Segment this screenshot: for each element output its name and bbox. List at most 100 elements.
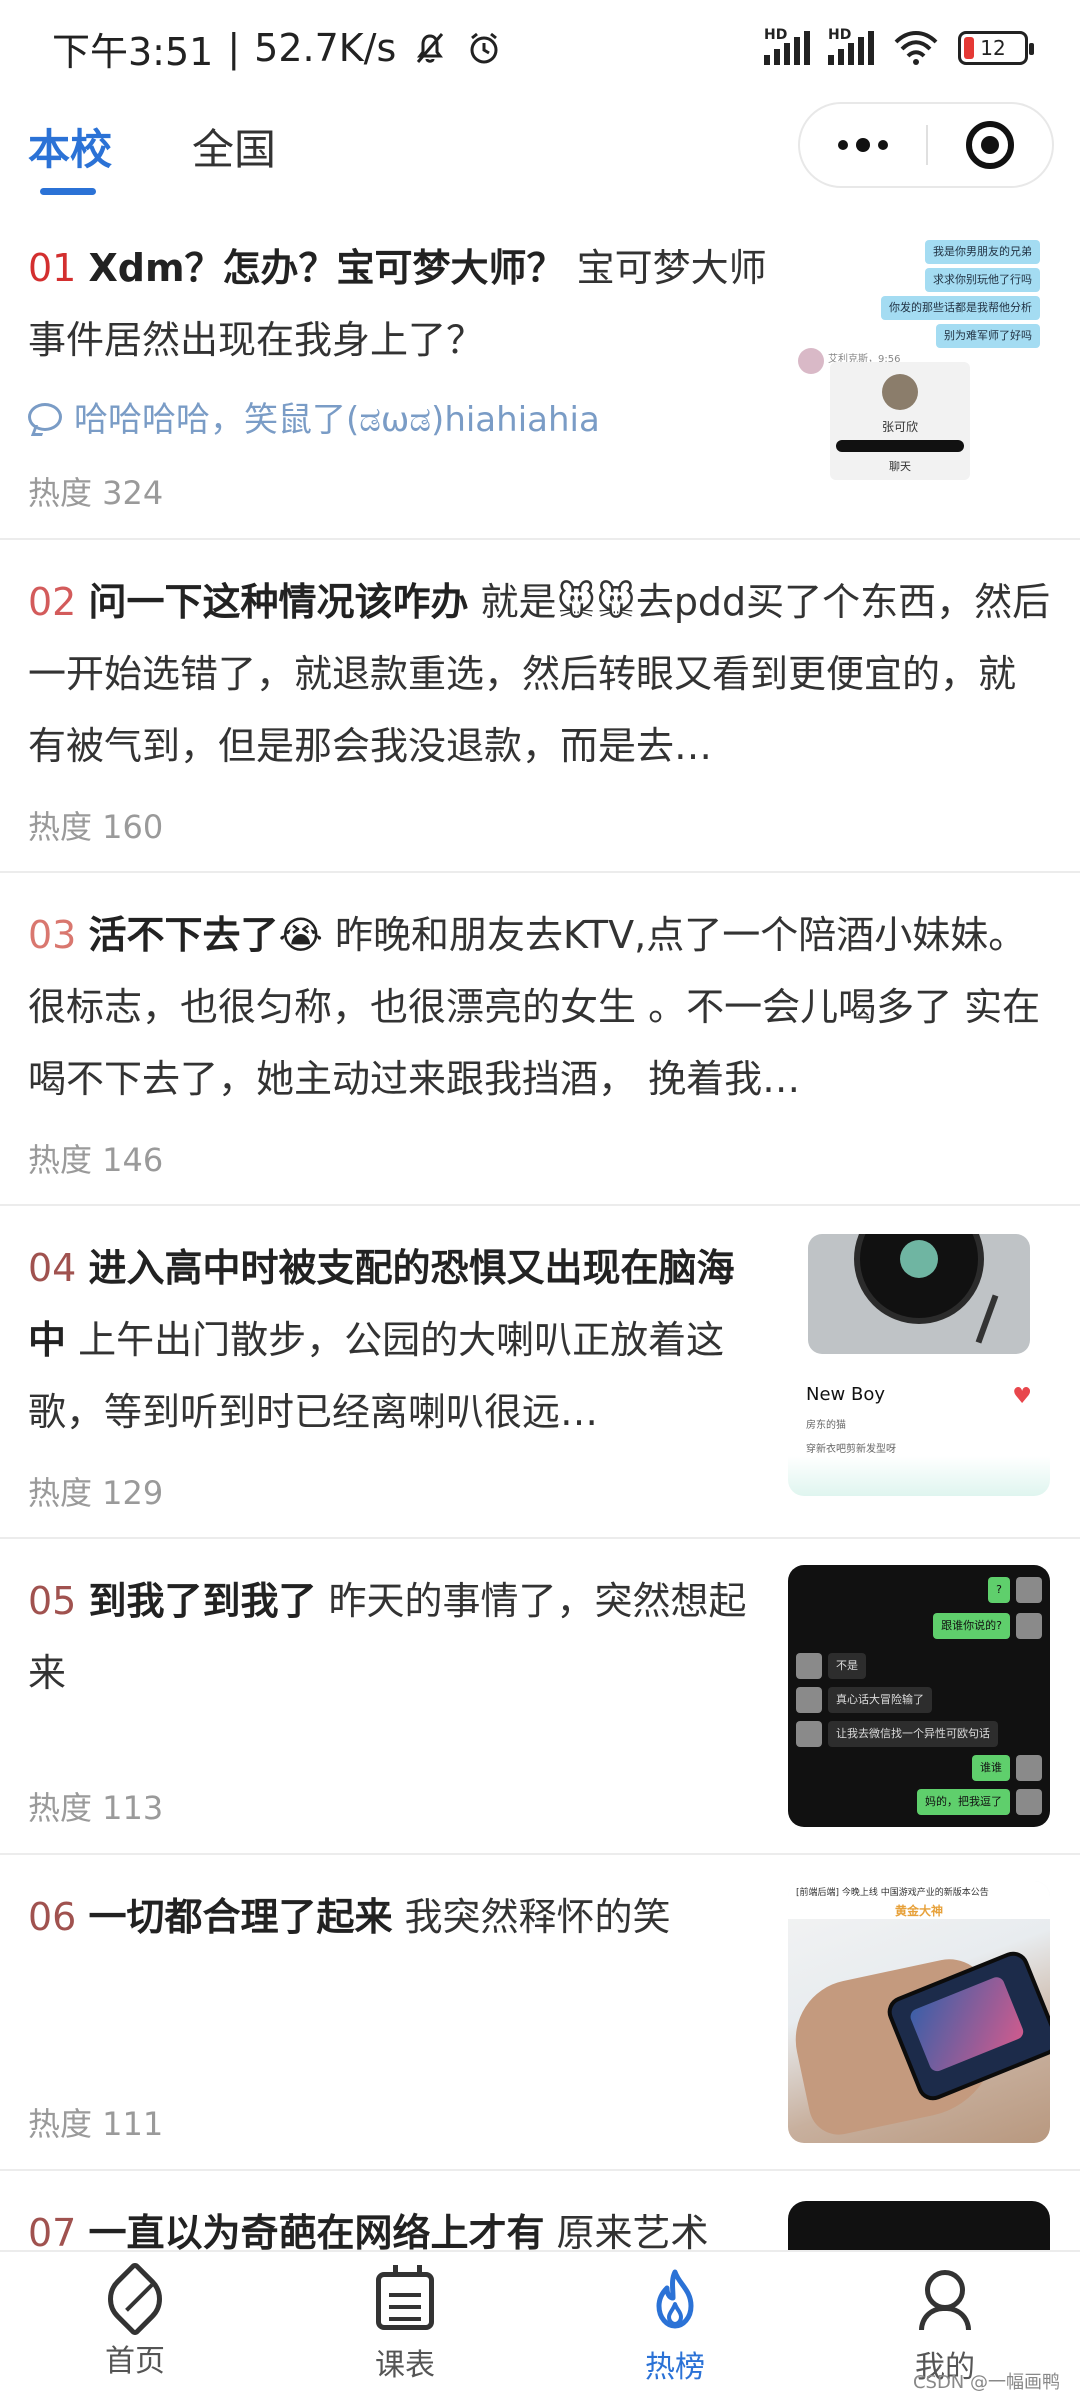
chat-bubble: 别为难军师了好吗	[936, 324, 1040, 348]
list-item[interactable]: 05 到我了到我了 昨天的事情了，突然想起来 热度 113 ? 跟谁你说的? 不…	[0, 1539, 1080, 1855]
post-title: 活不下去了😭	[88, 913, 323, 957]
tab-schedule[interactable]: 课表	[270, 2252, 540, 2400]
signal-icon-2: HD	[828, 27, 874, 65]
heart-icon: ♥	[1012, 1384, 1032, 1409]
song-lyric: 穿新衣吧剪新发型呀	[806, 1444, 896, 1455]
fire-icon	[656, 2269, 694, 2329]
post-thumbnail[interactable]: ? 跟谁你说的? 不是 真心话大冒险输了 让我去微信找一个异性可欧句话 谁谁 妈…	[788, 1565, 1050, 1827]
chat-bubble: 真心话大冒险输了	[828, 1687, 932, 1713]
more-dot-icon	[878, 140, 888, 150]
rank-number: 05	[28, 1579, 77, 1623]
post-thumbnail[interactable]: [前端后端] 今晚上线 中国游戏产业的新版本公告 黄金大神	[788, 1881, 1050, 2143]
contact-chat-label: 聊天	[889, 460, 911, 473]
post-text: 07 一直以为奇葩在网络上才有 原来艺术	[28, 2197, 768, 2250]
post-text: 04 进入高中时被支配的恐惧又出现在脑海中 上午出门散步，公园的大喇叭正放着这歌…	[28, 1232, 768, 1448]
avatar	[796, 1687, 822, 1713]
avatar	[1016, 1577, 1042, 1603]
heat-count: 热度 324	[28, 474, 164, 512]
rank-number: 07	[28, 2211, 77, 2250]
post-thumbnail[interactable]	[788, 2201, 1050, 2250]
list-item[interactable]: 02 问一下这种情况该咋办 就是🐭🐭去pdd买了个东西，然后一开始选错了，就退款…	[0, 540, 1080, 873]
sender-avatar	[798, 348, 824, 374]
waveform	[788, 1456, 1050, 1496]
list-item[interactable]: 04 进入高中时被支配的恐惧又出现在脑海中 上午出门散步，公园的大喇叭正放着这歌…	[0, 1206, 1080, 1539]
tab-label: 热榜	[645, 2350, 705, 2385]
tab-hot[interactable]: 热榜	[540, 2252, 810, 2400]
post-text: 05 到我了到我了 昨天的事情了，突然想起来	[28, 1565, 768, 1709]
rank-number: 01	[28, 246, 77, 290]
post-text: 01 Xdm？怎办？宝可梦大师？ 宝可梦大师事件居然出现在我身上了？	[28, 232, 768, 376]
mute-bell-icon	[417, 33, 444, 63]
chat-bubble: ?	[988, 1577, 1010, 1603]
signal-icon: HD	[764, 27, 810, 65]
heat-count: 热度 111	[28, 2105, 164, 2143]
list-item[interactable]: 07 一直以为奇葩在网络上才有 原来艺术	[0, 2171, 1080, 2250]
post-excerpt: 上午出门散步，公园的大喇叭正放着这歌，等到听到时已经离喇叭很远…	[28, 1318, 725, 1434]
song-artist: 房东的猫	[806, 1420, 846, 1431]
active-tab-indicator	[40, 188, 96, 195]
chat-bubble: 妈的，把我逗了	[917, 1789, 1010, 1815]
list-item[interactable]: 01 Xdm？怎办？宝可梦大师？ 宝可梦大师事件居然出现在我身上了？ 哈哈哈哈，…	[0, 206, 1080, 540]
alarm-icon	[470, 32, 498, 64]
hd-label-2: HD	[828, 27, 852, 43]
battery-level: 12	[980, 36, 1006, 60]
heat-count: 热度 160	[28, 808, 164, 846]
image-banner: [前端后端] 今晚上线 中国游戏产业的新版本公告 黄金大神	[788, 1881, 1050, 1919]
avatar	[1016, 1613, 1042, 1639]
list-item[interactable]: 06 一切都合理了起来 我突然释怀的笑 热度 111 [前端后端] 今晚上线 中…	[0, 1855, 1080, 2171]
chat-bubble: 求求你别玩他了行吗	[925, 268, 1040, 292]
miniprogram-capsule	[798, 102, 1054, 188]
post-title: Xdm？怎办？宝可梦大师？	[88, 246, 565, 290]
contact-card: 张可欣 聊天	[830, 362, 970, 480]
more-dot-icon	[838, 140, 848, 150]
chat-bubble: 你发的那些话都是我帮他分析	[881, 296, 1040, 320]
chat-bubble: 不是	[828, 1653, 866, 1679]
tab-school[interactable]: 本校	[28, 116, 112, 177]
chat-bubble: 谁谁	[972, 1755, 1010, 1781]
comment-icon	[28, 402, 62, 431]
post-text: 02 问一下这种情况该咋办 就是🐭🐭去pdd买了个东西，然后一开始选错了，就退款…	[28, 566, 1052, 782]
hd-label: HD	[764, 27, 788, 43]
rank-number: 04	[28, 1246, 77, 1290]
contact-name: 张可欣	[881, 420, 918, 434]
more-dot-icon	[856, 138, 870, 152]
chat-bubble: 跟谁你说的?	[933, 1613, 1010, 1639]
post-title: 一切都合理了起来	[88, 1895, 393, 1939]
post-text: 03 活不下去了😭 昨晚和朋友去KTV,点了一个陪酒小妹妹。很标志，也很匀称，也…	[28, 899, 1052, 1115]
status-separator: |	[227, 26, 241, 70]
post-text: 06 一切都合理了起来 我突然释怀的笑	[28, 1881, 768, 1953]
leaf-icon	[96, 2260, 174, 2338]
watermark: CSDN @一幅画鸭	[912, 2372, 1060, 2393]
post-thumbnail[interactable]: 我是你男朋友的兄弟 求求你别玩他了行吗 你发的那些话都是我帮他分析 别为难军师了…	[788, 230, 1050, 492]
rank-number: 03	[28, 913, 77, 957]
post-thumbnail[interactable]: New Boy ♥ 房东的猫 穿新衣吧剪新发型呀	[788, 1234, 1050, 1496]
avatar	[1016, 1755, 1042, 1781]
list-item[interactable]: 03 活不下去了😭 昨晚和朋友去KTV,点了一个陪酒小妹妹。很标志，也很匀称，也…	[0, 873, 1080, 1206]
heat-count: 热度 146	[28, 1141, 164, 1179]
hot-list: 01 Xdm？怎办？宝可梦大师？ 宝可梦大师事件居然出现在我身上了？ 哈哈哈哈，…	[0, 206, 1080, 2250]
calendar-icon	[376, 2265, 434, 2330]
post-title: 一直以为奇葩在网络上才有	[88, 2211, 545, 2250]
target-icon	[965, 121, 1014, 169]
contact-avatar	[882, 374, 918, 410]
avatar	[1016, 1789, 1042, 1815]
top-comment: 哈哈哈哈，笑鼠了(ಡωಡ)hiahiahia	[28, 392, 600, 441]
wifi-icon	[894, 31, 938, 65]
tab-label: 课表	[375, 2348, 435, 2383]
post-title: 问一下这种情况该咋办	[88, 580, 469, 624]
close-miniprogram-button[interactable]	[928, 104, 1052, 186]
rank-number: 02	[28, 580, 77, 624]
top-tabs: 本校 全国	[0, 96, 1080, 206]
tab-label: 首页	[105, 2344, 165, 2379]
rank-number: 06	[28, 1895, 77, 1939]
heat-count: 热度 129	[28, 1474, 164, 1512]
chat-bubble: 我是你男朋友的兄弟	[925, 240, 1040, 264]
tab-national[interactable]: 全国	[192, 116, 276, 177]
banner-caption: [前端后端] 今晚上线 中国游戏产业的新版本公告	[796, 1888, 989, 1898]
heat-count: 热度 113	[28, 1789, 164, 1827]
status-left: 下午3:51 | 52.7K/s	[52, 21, 504, 76]
status-right: HD HD 12	[764, 27, 1034, 68]
more-menu-button[interactable]	[800, 104, 926, 186]
user-icon	[913, 2268, 977, 2332]
tab-home[interactable]: 首页	[0, 2252, 270, 2400]
